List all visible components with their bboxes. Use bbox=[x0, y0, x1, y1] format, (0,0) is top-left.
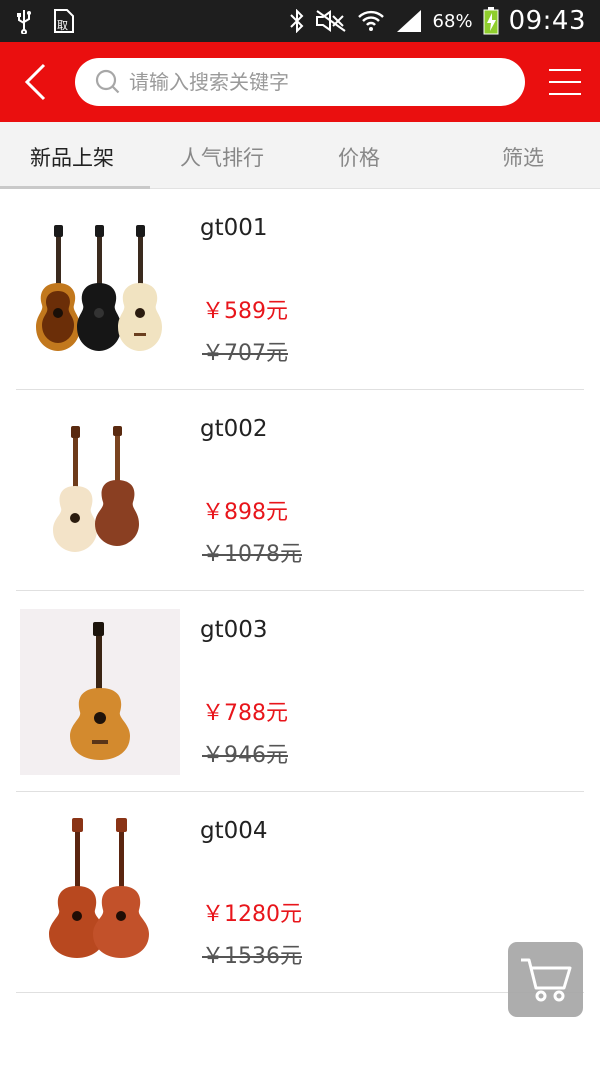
product-image bbox=[20, 207, 180, 373]
search-input[interactable] bbox=[129, 70, 509, 94]
battery-percent: 68% bbox=[432, 10, 473, 32]
menu-button[interactable] bbox=[530, 42, 600, 122]
product-original-price: ￥707元 bbox=[202, 341, 288, 366]
product-image bbox=[20, 408, 180, 574]
product-item[interactable]: gt001 ￥589元 ￥707元 bbox=[16, 189, 584, 390]
product-original-price: ￥1078元 bbox=[202, 542, 302, 567]
product-name: gt001 bbox=[200, 215, 268, 241]
top-bar bbox=[0, 42, 600, 122]
cart-button[interactable] bbox=[508, 942, 583, 1017]
battery-icon bbox=[483, 7, 499, 35]
product-name: gt002 bbox=[200, 416, 268, 442]
product-image bbox=[20, 609, 180, 775]
product-image bbox=[20, 810, 180, 976]
filter-tabs: 新品上架 人气排行 价格 筛选 bbox=[0, 122, 600, 189]
mute-icon bbox=[315, 9, 347, 33]
chevron-left-icon bbox=[24, 63, 46, 101]
tab-new-arrivals[interactable]: 新品上架 bbox=[30, 142, 114, 172]
product-price: ￥898元 bbox=[202, 500, 288, 525]
product-price: ￥1280元 bbox=[202, 902, 302, 927]
clock: 09:43 bbox=[508, 6, 586, 36]
product-item[interactable]: gt004 ￥1280元 ￥1536元 bbox=[16, 792, 584, 993]
product-name: gt004 bbox=[200, 818, 268, 844]
search-icon bbox=[95, 69, 120, 94]
product-name: gt003 bbox=[200, 617, 268, 643]
cart-icon bbox=[520, 958, 571, 1001]
tab-popularity[interactable]: 人气排行 bbox=[180, 142, 264, 172]
product-original-price: ￥946元 bbox=[202, 743, 288, 768]
status-bar: 取 68% 09:43 bbox=[0, 0, 600, 42]
product-list: gt001 ￥589元 ￥707元 gt002 ￥898元 ￥1078元 gt0… bbox=[0, 189, 600, 993]
search-box[interactable] bbox=[75, 58, 525, 106]
product-item[interactable]: gt003 ￥788元 ￥946元 bbox=[16, 591, 584, 792]
tab-price[interactable]: 价格 bbox=[338, 142, 380, 172]
product-item[interactable]: gt002 ￥898元 ￥1078元 bbox=[16, 390, 584, 591]
notification-icon: 取 bbox=[52, 8, 76, 34]
svg-text:取: 取 bbox=[57, 19, 68, 32]
menu-icon bbox=[549, 69, 581, 95]
signal-icon bbox=[395, 8, 423, 34]
tab-filter[interactable]: 筛选 bbox=[502, 142, 544, 172]
wifi-icon bbox=[357, 7, 385, 35]
usb-icon bbox=[14, 8, 34, 34]
back-button[interactable] bbox=[0, 42, 70, 122]
product-price: ￥788元 bbox=[202, 701, 288, 726]
product-original-price: ￥1536元 bbox=[202, 944, 302, 969]
product-price: ￥589元 bbox=[202, 299, 288, 324]
bluetooth-icon bbox=[289, 9, 305, 33]
